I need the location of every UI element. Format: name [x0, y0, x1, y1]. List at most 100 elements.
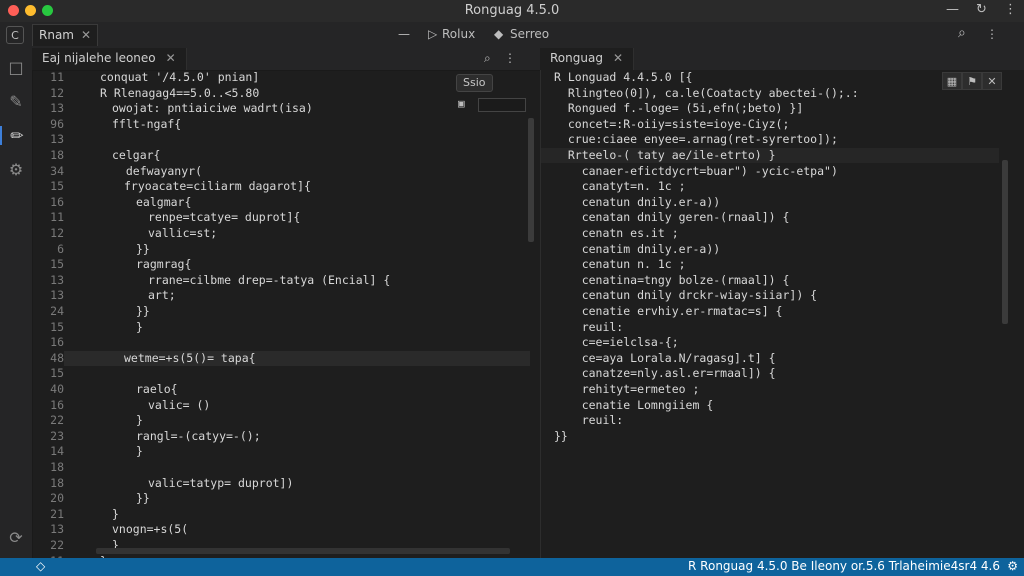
status-text[interactable]: R Ronguag 4.5.0 Be Ileony or.5.6 Trlahei… — [688, 559, 1000, 573]
code-line: ealgmar{ — [136, 194, 192, 209]
code-line: art; — [148, 288, 176, 303]
console-line: rehityt=ermeteo ; — [554, 382, 700, 396]
line-number: 12 — [50, 226, 64, 240]
code-line: owojat: pntiaiciwe wadrt(isa) — [112, 101, 313, 116]
tab-left-editor[interactable]: Eaj nijalehe leoneo ✕ — [32, 48, 187, 70]
activity-bar: □ ✎ ✏ ⚙ ⟳ — [0, 48, 33, 558]
line-number: 22 — [50, 413, 64, 428]
console-line: cenatie ervhiy.er-rmatac=s] { — [554, 304, 783, 318]
edit-icon[interactable]: ✏ — [0, 126, 32, 145]
console-line: cenatun dnily drckr-wiay-siiar]) { — [554, 288, 818, 303]
close-icon[interactable]: ✕ — [166, 51, 176, 65]
tab-rnam[interactable]: Rnam ✕ — [32, 24, 98, 46]
code-line: conquat '/4.5.0' pnian] — [100, 70, 260, 84]
settings-icon[interactable]: ⚙ — [0, 160, 32, 179]
console-line: c=e=ielclsa-{; — [554, 335, 679, 350]
left-horizontal-scrollbar[interactable] — [96, 548, 510, 554]
line-number: 15 — [50, 257, 64, 272]
line-number: 23 — [50, 428, 64, 443]
console-line: cenatan dnily geren-(rnaal]) { — [554, 210, 790, 225]
tab-right-console[interactable]: Ronguag ✕ — [540, 48, 635, 70]
line-number: 16 — [50, 335, 64, 350]
code-line: valic=tatyp= duprot]) — [148, 475, 294, 490]
line-number: 18 — [50, 475, 64, 490]
serreo-button[interactable]: Serreo — [510, 27, 549, 41]
line-number: 18 — [50, 460, 64, 474]
console-line: cenatun dnily.er-a)) — [554, 194, 721, 209]
line-number: 13 — [50, 522, 64, 537]
app-logo-icon[interactable]: C — [6, 26, 24, 44]
line-number: 14 — [50, 444, 64, 459]
line-number: 13 — [50, 288, 64, 303]
line-number: 20 — [50, 491, 64, 506]
left-scrollbar[interactable] — [528, 118, 534, 242]
close-icon[interactable]: ✕ — [613, 51, 623, 65]
line-number: 15 — [50, 179, 64, 194]
console-line: Rongued f.-loge= (5i,efn(;beto) }] — [554, 101, 804, 116]
flag-icon[interactable]: ⚑ — [962, 72, 982, 90]
grid-icon[interactable]: ▦ — [942, 72, 962, 90]
console-line: cenatn es.it ; — [554, 226, 679, 240]
code-line: valic= () — [148, 397, 211, 412]
line-number: 18 — [50, 148, 64, 162]
tab-label: Eaj nijalehe leoneo — [42, 51, 156, 65]
diamond-icon[interactable]: ◆ — [494, 27, 503, 41]
search-icon[interactable]: ⌕ — [958, 25, 966, 41]
explorer-icon[interactable]: □ — [0, 58, 32, 77]
code-line: wetme=+s(5()= tapa{ — [124, 350, 256, 365]
console-line: }} — [554, 428, 568, 443]
status-bar: ◇ R Ronguag 4.5.0 Be Ileony or.5.6 Trlah… — [0, 558, 1024, 576]
close-icon[interactable]: ✕ — [982, 72, 1002, 90]
code-line: vallic=st; — [148, 226, 218, 240]
window-title: Ronguag 4.5.0 — [464, 3, 560, 18]
close-icon[interactable]: ✕ — [81, 28, 91, 42]
console-line: reuil: — [554, 413, 624, 428]
lock-icon: ▣ — [458, 97, 465, 110]
dash-icon[interactable]: — — [398, 27, 410, 41]
rolux-button[interactable]: Rolux — [442, 27, 475, 41]
search-icon[interactable]: ⌕ — [484, 51, 491, 66]
console-line: cenatim dnily.er-a)) — [554, 241, 721, 256]
console-line: canatyt=n. 1c ; — [554, 179, 686, 194]
code-line: ragmrag{ — [136, 257, 192, 272]
refresh-icon[interactable]: ↻ — [976, 2, 987, 17]
code-line: } — [136, 319, 143, 334]
line-number: 13 — [50, 101, 64, 116]
console-line: canatze=nly.asl.er=rmaal]) { — [554, 366, 776, 381]
sync-icon[interactable]: ⟳ — [0, 528, 32, 547]
console-line: cenatie Lomngiiem { — [554, 397, 714, 412]
line-number: 16 — [50, 194, 64, 209]
console-line: concet=:R-oiiy=siste=ioye-Ciyz(; — [554, 116, 790, 131]
code-line: renpe=tcatye= duprot]{ — [148, 210, 301, 225]
more-icon[interactable]: ⋮ — [986, 27, 998, 41]
code-line: vnogn=+s(5( — [112, 522, 189, 537]
mini-input[interactable] — [478, 98, 526, 112]
mini-panel: Ssio ▣ — [452, 72, 526, 112]
more-icon[interactable]: ⋮ — [504, 51, 516, 65]
run-icon[interactable]: ▷ — [428, 27, 437, 41]
code-line: } — [112, 506, 119, 521]
right-scrollbar[interactable] — [1002, 160, 1008, 324]
code-line: defwayanyr( — [112, 163, 203, 178]
code-line: }} — [136, 491, 150, 506]
remote-icon[interactable]: ◇ — [36, 559, 45, 573]
gear-icon[interactable]: ⚙ — [1007, 559, 1018, 573]
line-number: 15 — [50, 366, 64, 381]
pen-icon[interactable]: ✎ — [0, 92, 32, 111]
toolbar: C Rnam ✕ — ▷ Rolux ◆ Serreo ⌕ ⋮ — [0, 22, 1024, 49]
code-line: fflt-ngaf{ — [112, 116, 182, 131]
console-line: cenatina=tngy bolze-(rmaal]) { — [554, 272, 790, 287]
line-number: 40 — [50, 382, 64, 396]
console-line: Rlingteo(0]), ca.le(Coatacty abectei-();… — [554, 85, 859, 100]
line-number: 96 — [50, 116, 64, 131]
ssio-button[interactable]: Ssio — [456, 74, 493, 92]
console-line: ce=aya Lorala.N/ragasg].t] { — [554, 350, 776, 365]
line-number: 34 — [50, 163, 64, 178]
line-number: 13 — [50, 272, 64, 287]
code-line: } — [136, 444, 143, 459]
minimize-icon[interactable]: — — [946, 2, 959, 17]
more-icon[interactable]: ⋮ — [1004, 2, 1017, 17]
line-number: 21 — [50, 506, 64, 521]
code-line: rrane=cilbme drep=-tatya (Encial] { — [148, 272, 391, 287]
code-line: R Rlenagag4==5.0..<5.80 — [100, 85, 260, 100]
